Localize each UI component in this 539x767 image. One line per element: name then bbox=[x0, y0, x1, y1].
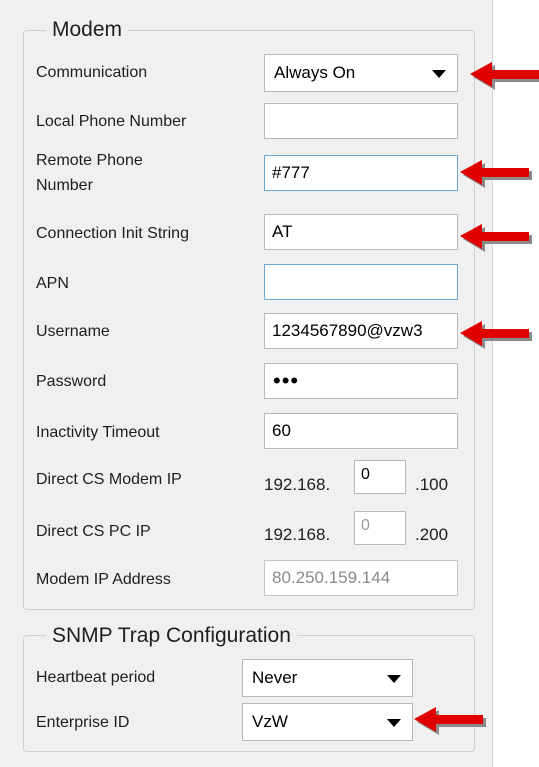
heartbeat-select[interactable]: Never bbox=[242, 659, 413, 697]
annotation-arrow-icon bbox=[414, 707, 486, 735]
heartbeat-label: Heartbeat period bbox=[36, 669, 156, 686]
modem-ip-field: 80.250.159.144 bbox=[264, 560, 458, 596]
direct-pc-ip-label: Direct CS PC IP bbox=[36, 523, 151, 540]
remote-phone-label-line2: Number bbox=[36, 177, 93, 194]
annotation-arrow-icon bbox=[460, 224, 532, 252]
annotation-arrow-icon bbox=[470, 62, 539, 90]
direct-modem-ip-label: Direct CS Modem IP bbox=[36, 471, 182, 488]
direct-pc-ip-suffix: .200 bbox=[415, 525, 449, 544]
enterprise-id-value: VzW bbox=[252, 712, 288, 731]
local-phone-label: Local Phone Number bbox=[36, 113, 187, 130]
modem-ip-label: Modem IP Address bbox=[36, 571, 171, 588]
init-string-input[interactable]: AT bbox=[264, 214, 458, 250]
remote-phone-label-line1: Remote Phone bbox=[36, 152, 143, 169]
chevron-down-icon bbox=[432, 70, 446, 78]
communication-value: Always On bbox=[274, 63, 356, 82]
modem-group-title: Modem bbox=[46, 18, 129, 42]
init-string-label: Connection Init String bbox=[36, 225, 189, 242]
annotation-arrow-icon bbox=[460, 321, 532, 349]
password-label: Password bbox=[36, 373, 107, 390]
inactivity-label: Inactivity Timeout bbox=[36, 424, 160, 441]
password-input[interactable]: ••• bbox=[264, 363, 458, 399]
username-label: Username bbox=[36, 323, 110, 340]
communication-select[interactable]: Always On bbox=[264, 54, 458, 92]
chevron-down-icon bbox=[387, 719, 401, 727]
direct-modem-ip-suffix: .100 bbox=[415, 475, 449, 494]
remote-phone-input[interactable]: #777 bbox=[264, 155, 458, 191]
annotation-arrow-icon bbox=[460, 160, 532, 188]
enterprise-id-label: Enterprise ID bbox=[36, 714, 130, 731]
settings-window: Modem Communication Always On Local Phon… bbox=[0, 0, 539, 767]
enterprise-id-select[interactable]: VzW bbox=[242, 703, 413, 741]
communication-label: Communication bbox=[36, 64, 148, 81]
remote-phone-label: Remote Phone Number bbox=[36, 151, 143, 196]
inactivity-input[interactable]: 60 bbox=[264, 413, 458, 449]
direct-pc-ip-octet-input[interactable]: 0 bbox=[354, 511, 406, 545]
direct-modem-ip-prefix: 192.168. bbox=[264, 475, 331, 494]
username-input[interactable]: 1234567890@vzw3 bbox=[264, 313, 458, 349]
heartbeat-value: Never bbox=[252, 668, 298, 687]
password-mask: ••• bbox=[273, 368, 300, 393]
direct-pc-ip-prefix: 192.168. bbox=[264, 525, 331, 544]
local-phone-input[interactable] bbox=[264, 103, 458, 139]
chevron-down-icon bbox=[387, 675, 401, 683]
apn-label: APN bbox=[36, 275, 69, 292]
snmp-group-title: SNMP Trap Configuration bbox=[46, 624, 297, 648]
apn-input[interactable] bbox=[264, 264, 458, 300]
direct-modem-ip-octet-input[interactable]: 0 bbox=[354, 460, 406, 494]
